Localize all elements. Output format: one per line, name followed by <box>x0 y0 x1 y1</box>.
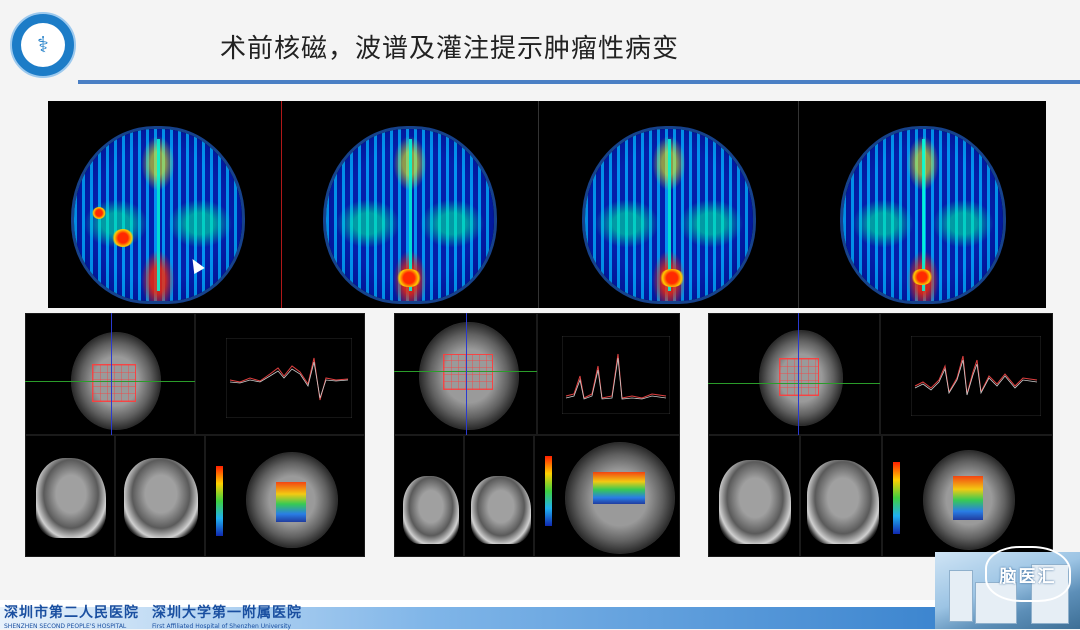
watermark-badge: 脑医汇 <box>985 546 1071 602</box>
perfusion-image-2 <box>282 101 538 308</box>
hot-spot <box>396 269 422 287</box>
caduceus-icon: ⚕ <box>21 23 65 67</box>
footer-logo-shenzhen-university-hospital: 深圳大学第一附属医院 First Affiliated Hospital of … <box>152 602 302 630</box>
footer-logo-shenzhen-second-peoples-hospital: 深圳市第二人民医院 SHENZHEN SECOND PEOPLE'S HOSPI… <box>4 602 139 630</box>
coronal-view <box>25 435 115 557</box>
perfusion-image-4 <box>799 101 1046 308</box>
footer-logo-cn: 深圳市第二人民医院 <box>4 605 139 621</box>
axial-view <box>708 313 880 435</box>
mrs-spectrum-plot <box>562 336 670 414</box>
hospital-emblem-logo: ⚕ <box>10 12 76 78</box>
perfusion-brain-map <box>326 129 494 301</box>
hot-spot <box>112 229 134 247</box>
mrs-spectrum-plot <box>911 336 1041 416</box>
perfusion-image-3 <box>539 101 797 308</box>
perfusion-brain-map <box>74 129 242 301</box>
axial-view <box>25 313 195 435</box>
spectrum-view <box>880 313 1053 435</box>
mrs-spectroscopy-panel-3 <box>708 313 1053 557</box>
mrs-spectrum-plot <box>226 338 352 418</box>
perfusion-image-1 <box>48 101 281 308</box>
title-divider-line <box>78 80 1080 84</box>
sagittal-view <box>115 435 205 557</box>
perfusion-brain-map <box>585 129 753 301</box>
mrs-spectroscopy-panel-1 <box>25 313 365 557</box>
perfusion-map-strip <box>48 101 1046 308</box>
hot-spot <box>911 269 933 285</box>
coronal-view <box>708 435 800 557</box>
hot-spot <box>659 269 685 287</box>
spectrum-view <box>537 313 680 435</box>
footer-logo-cn: 深圳大学第一附属医院 <box>152 605 302 621</box>
metabolite-map-view <box>205 435 365 557</box>
spectrum-view <box>195 313 365 435</box>
mrs-spectroscopy-panel-2 <box>394 313 680 557</box>
coronal-view <box>394 435 464 557</box>
hot-spot <box>92 207 106 219</box>
slide-title: 术前核磁，波谱及灌注提示肿瘤性病变 <box>220 34 680 64</box>
sagittal-view <box>464 435 534 557</box>
metabolite-map-view <box>534 435 680 557</box>
sagittal-view <box>800 435 882 557</box>
perfusion-brain-map <box>843 129 1003 301</box>
metabolite-map-view <box>882 435 1053 557</box>
